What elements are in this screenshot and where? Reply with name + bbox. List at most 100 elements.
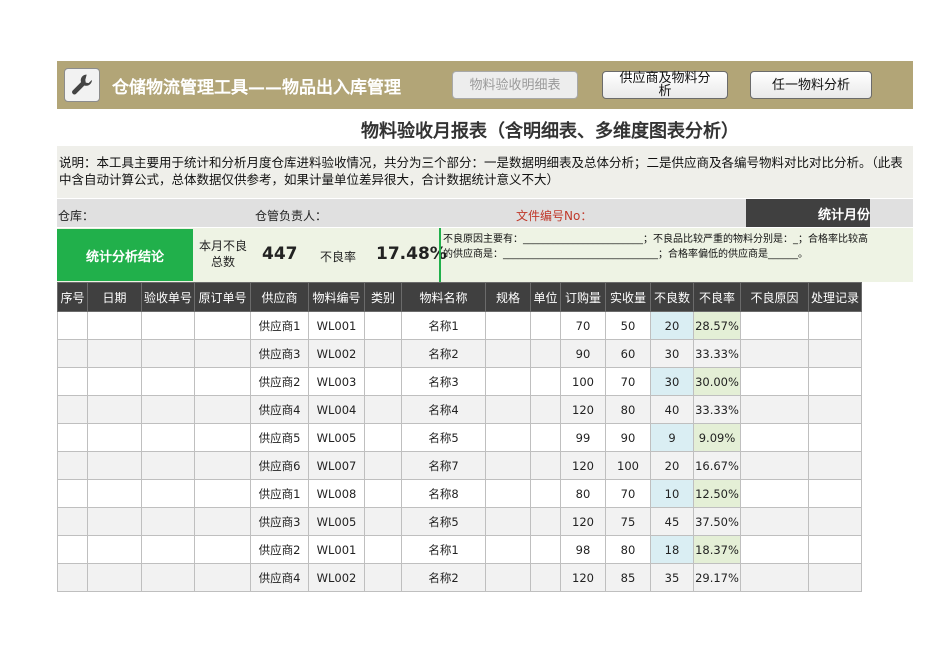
- table-cell[interactable]: [485, 339, 531, 368]
- table-cell[interactable]: 10: [650, 479, 694, 508]
- table-cell[interactable]: 供应商5: [250, 423, 309, 452]
- table-cell[interactable]: [740, 395, 809, 424]
- table-cell[interactable]: WL008: [308, 479, 365, 508]
- col-header[interactable]: 序号: [57, 282, 88, 312]
- table-cell[interactable]: [740, 507, 809, 536]
- table-cell[interactable]: [57, 395, 88, 424]
- table-cell[interactable]: 9.09%: [693, 423, 741, 452]
- table-cell[interactable]: [194, 395, 251, 424]
- table-cell[interactable]: 名称1: [401, 535, 486, 564]
- table-cell[interactable]: 名称5: [401, 507, 486, 536]
- table-cell[interactable]: 名称3: [401, 367, 486, 396]
- table-cell[interactable]: 70: [605, 367, 651, 396]
- table-cell[interactable]: [808, 395, 862, 424]
- table-cell[interactable]: [485, 563, 531, 592]
- receipt-detail-button[interactable]: 物料验收明细表: [452, 71, 578, 99]
- table-cell[interactable]: 供应商4: [250, 395, 309, 424]
- table-cell[interactable]: [530, 367, 561, 396]
- table-cell[interactable]: [740, 339, 809, 368]
- col-header[interactable]: 类别: [364, 282, 402, 312]
- table-cell[interactable]: 名称8: [401, 479, 486, 508]
- table-cell[interactable]: [485, 367, 531, 396]
- table-cell[interactable]: [57, 479, 88, 508]
- table-cell[interactable]: 37.50%: [693, 507, 741, 536]
- table-cell[interactable]: WL001: [308, 311, 365, 340]
- table-cell[interactable]: [87, 339, 142, 368]
- col-header[interactable]: 处理记录: [808, 282, 862, 312]
- table-cell[interactable]: 120: [560, 507, 606, 536]
- table-cell[interactable]: WL001: [308, 535, 365, 564]
- table-cell[interactable]: WL005: [308, 507, 365, 536]
- table-cell[interactable]: [194, 311, 251, 340]
- table-cell[interactable]: [530, 395, 561, 424]
- table-cell[interactable]: [57, 311, 88, 340]
- table-cell[interactable]: [141, 507, 195, 536]
- table-cell[interactable]: 30: [650, 339, 694, 368]
- table-cell[interactable]: [57, 367, 88, 396]
- table-cell[interactable]: [141, 451, 195, 480]
- table-cell[interactable]: WL003: [308, 367, 365, 396]
- table-cell[interactable]: [808, 339, 862, 368]
- table-cell[interactable]: 28.57%: [693, 311, 741, 340]
- table-cell[interactable]: [57, 339, 88, 368]
- table-cell[interactable]: [57, 535, 88, 564]
- table-cell[interactable]: [808, 563, 862, 592]
- table-cell[interactable]: 名称5: [401, 423, 486, 452]
- table-cell[interactable]: [530, 479, 561, 508]
- table-cell[interactable]: 29.17%: [693, 563, 741, 592]
- table-cell[interactable]: [808, 423, 862, 452]
- table-cell[interactable]: 名称4: [401, 395, 486, 424]
- table-cell[interactable]: 供应商2: [250, 367, 309, 396]
- table-cell[interactable]: [141, 311, 195, 340]
- col-header[interactable]: 规格: [485, 282, 531, 312]
- table-cell[interactable]: [485, 451, 531, 480]
- table-cell[interactable]: 名称7: [401, 451, 486, 480]
- col-header[interactable]: 不良数: [650, 282, 694, 312]
- table-cell[interactable]: [364, 479, 402, 508]
- table-cell[interactable]: [530, 451, 561, 480]
- table-cell[interactable]: [530, 507, 561, 536]
- table-cell[interactable]: 100: [605, 451, 651, 480]
- col-header[interactable]: 物料编号: [308, 282, 365, 312]
- table-cell[interactable]: [740, 451, 809, 480]
- table-cell[interactable]: [57, 507, 88, 536]
- col-header[interactable]: 实收量: [605, 282, 651, 312]
- table-cell[interactable]: [530, 535, 561, 564]
- table-cell[interactable]: [485, 395, 531, 424]
- table-cell[interactable]: 70: [605, 479, 651, 508]
- table-cell[interactable]: [740, 423, 809, 452]
- table-cell[interactable]: [194, 479, 251, 508]
- table-cell[interactable]: 120: [560, 451, 606, 480]
- table-cell[interactable]: 35: [650, 563, 694, 592]
- table-cell[interactable]: [141, 423, 195, 452]
- table-cell[interactable]: 60: [605, 339, 651, 368]
- table-cell[interactable]: [87, 479, 142, 508]
- table-cell[interactable]: WL007: [308, 451, 365, 480]
- table-cell[interactable]: [808, 507, 862, 536]
- table-cell[interactable]: [485, 507, 531, 536]
- table-cell[interactable]: [194, 423, 251, 452]
- table-cell[interactable]: [364, 367, 402, 396]
- table-cell[interactable]: 80: [560, 479, 606, 508]
- table-cell[interactable]: 12.50%: [693, 479, 741, 508]
- table-cell[interactable]: 99: [560, 423, 606, 452]
- table-cell[interactable]: [740, 563, 809, 592]
- table-cell[interactable]: [57, 563, 88, 592]
- table-cell[interactable]: 16.67%: [693, 451, 741, 480]
- table-cell[interactable]: WL002: [308, 563, 365, 592]
- table-cell[interactable]: 20: [650, 311, 694, 340]
- table-cell[interactable]: 供应商1: [250, 479, 309, 508]
- table-cell[interactable]: [808, 311, 862, 340]
- col-header[interactable]: 验收单号: [141, 282, 195, 312]
- table-cell[interactable]: WL004: [308, 395, 365, 424]
- table-cell[interactable]: [485, 311, 531, 340]
- table-cell[interactable]: [87, 535, 142, 564]
- table-cell[interactable]: [87, 507, 142, 536]
- table-cell[interactable]: 50: [605, 311, 651, 340]
- table-cell[interactable]: WL005: [308, 423, 365, 452]
- table-cell[interactable]: 30: [650, 367, 694, 396]
- table-cell[interactable]: [530, 423, 561, 452]
- table-cell[interactable]: 供应商3: [250, 339, 309, 368]
- table-cell[interactable]: [364, 395, 402, 424]
- table-cell[interactable]: [194, 507, 251, 536]
